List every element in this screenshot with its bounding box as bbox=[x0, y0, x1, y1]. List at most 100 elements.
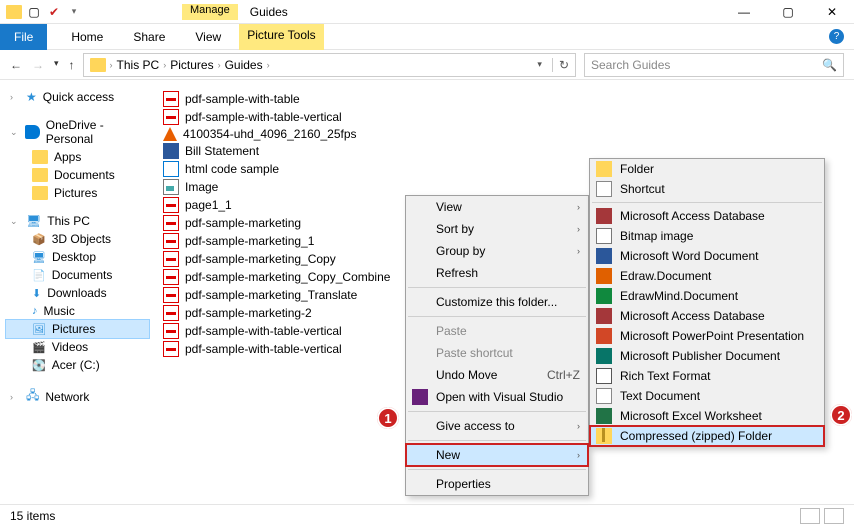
search-input[interactable]: Search Guides 🔍 bbox=[584, 53, 844, 77]
qat-check-icon[interactable]: ✔ bbox=[46, 4, 62, 20]
submenu-microsoft-excel-worksheet[interactable]: Microsoft Excel Worksheet bbox=[590, 406, 824, 426]
sidebar-item-3d-objects[interactable]: 📦3D Objects bbox=[6, 230, 149, 248]
window-title: Guides bbox=[250, 5, 288, 19]
minimize-button[interactable]: — bbox=[722, 0, 766, 24]
item-icon: 📄 bbox=[32, 269, 46, 282]
menu-customize[interactable]: Customize this folder... bbox=[406, 291, 588, 313]
submenu-rich-text-format[interactable]: Rich Text Format bbox=[590, 366, 824, 386]
chevron-right-icon: › bbox=[577, 421, 580, 431]
submenu-microsoft-access-database[interactable]: Microsoft Access Database bbox=[590, 206, 824, 226]
file-item[interactable]: pdf-sample-with-table bbox=[161, 90, 848, 108]
file-name: pdf-sample-with-table-vertical bbox=[185, 110, 342, 124]
qat-dropdown-icon[interactable]: ▾ bbox=[66, 4, 82, 20]
view-thumbnails-button[interactable] bbox=[824, 508, 844, 524]
folder-icon bbox=[32, 186, 48, 200]
forward-button[interactable]: → bbox=[32, 58, 44, 72]
breadcrumb[interactable]: › This PC › Pictures › Guides › ▾ ↻ bbox=[83, 53, 576, 77]
submenu-edrawmind-document[interactable]: EdrawMind.Document bbox=[590, 286, 824, 306]
menu-open-visual-studio[interactable]: Open with Visual Studio bbox=[406, 386, 588, 408]
vlc-file-icon bbox=[163, 127, 177, 141]
menu-view[interactable]: View› bbox=[406, 196, 588, 218]
chevron-right-icon[interactable]: › bbox=[267, 60, 270, 70]
menu-undo-move[interactable]: Undo MoveCtrl+Z bbox=[406, 364, 588, 386]
chevron-right-icon[interactable]: › bbox=[10, 392, 20, 402]
file-type-icon bbox=[596, 428, 612, 444]
help-icon[interactable]: ? bbox=[829, 29, 844, 44]
maximize-button[interactable]: ▢ bbox=[766, 0, 810, 24]
breadcrumb-this-pc[interactable]: This PC bbox=[117, 58, 160, 72]
sidebar-item-desktop[interactable]: 🖥Desktop bbox=[6, 248, 149, 266]
submenu-label: Microsoft Excel Worksheet bbox=[620, 409, 762, 423]
contextual-tab-manage[interactable]: Manage bbox=[182, 4, 238, 20]
close-button[interactable]: ✕ bbox=[810, 0, 854, 24]
pdf-file-icon bbox=[163, 91, 179, 107]
sidebar-item-acer-c-[interactable]: 💽Acer (C:) bbox=[6, 356, 149, 374]
file-item[interactable]: pdf-sample-with-table-vertical bbox=[161, 108, 848, 126]
search-icon[interactable]: 🔍 bbox=[822, 58, 837, 72]
menu-properties[interactable]: Properties bbox=[406, 473, 588, 495]
submenu-microsoft-access-database[interactable]: Microsoft Access Database bbox=[590, 306, 824, 326]
submenu-folder[interactable]: Folder bbox=[590, 159, 824, 179]
file-item[interactable]: 4100354-uhd_4096_2160_25fps bbox=[161, 126, 848, 142]
chevron-right-icon[interactable]: › bbox=[163, 60, 166, 70]
address-dropdown-icon[interactable]: ▾ bbox=[537, 59, 542, 70]
this-pc-root[interactable]: ⌄ 🖥 This PC bbox=[6, 212, 149, 230]
up-button[interactable]: ↑ bbox=[69, 58, 75, 72]
sidebar-item-pictures[interactable]: Pictures bbox=[6, 184, 149, 202]
sidebar-item-documents[interactable]: 📄Documents bbox=[6, 266, 149, 284]
submenu-microsoft-publisher-document[interactable]: Microsoft Publisher Document bbox=[590, 346, 824, 366]
menu-give-access[interactable]: Give access to› bbox=[406, 415, 588, 437]
menu-refresh[interactable]: Refresh bbox=[406, 262, 588, 284]
submenu-shortcut[interactable]: Shortcut bbox=[590, 179, 824, 199]
chevron-right-icon[interactable]: › bbox=[10, 92, 20, 102]
tab-picture-tools[interactable]: Picture Tools bbox=[239, 24, 323, 50]
pdf-file-icon bbox=[163, 287, 179, 303]
qat-properties-icon[interactable]: ▢ bbox=[26, 4, 42, 20]
file-type-icon bbox=[596, 328, 612, 344]
history-dropdown-icon[interactable]: ▾ bbox=[54, 58, 59, 72]
submenu-label: Microsoft Word Document bbox=[620, 249, 759, 263]
pdf-file-icon bbox=[163, 323, 179, 339]
file-name: Image bbox=[185, 180, 218, 194]
submenu-edraw-document[interactable]: Edraw.Document bbox=[590, 266, 824, 286]
submenu-microsoft-powerpoint-presentation[interactable]: Microsoft PowerPoint Presentation bbox=[590, 326, 824, 346]
tab-view[interactable]: View bbox=[189, 26, 227, 48]
view-details-button[interactable] bbox=[800, 508, 820, 524]
sidebar-item-videos[interactable]: 🎬Videos bbox=[6, 338, 149, 356]
tab-home[interactable]: Home bbox=[65, 26, 109, 48]
chevron-right-icon[interactable]: › bbox=[218, 60, 221, 70]
network-icon: 🖧 bbox=[26, 386, 39, 407]
annotation-marker-1: 1 bbox=[377, 407, 399, 429]
sidebar-item-downloads[interactable]: ⬇Downloads bbox=[6, 284, 149, 302]
network-root[interactable]: › 🖧 Network bbox=[6, 384, 149, 409]
back-button[interactable]: ← bbox=[10, 58, 22, 72]
sidebar-item-apps[interactable]: Apps bbox=[6, 148, 149, 166]
menu-sort-by[interactable]: Sort by› bbox=[406, 218, 588, 240]
submenu-text-document[interactable]: Text Document bbox=[590, 386, 824, 406]
menu-group-by[interactable]: Group by› bbox=[406, 240, 588, 262]
pdf-file-icon bbox=[163, 197, 179, 213]
refresh-icon[interactable]: ↻ bbox=[552, 58, 569, 72]
submenu-label: Bitmap image bbox=[620, 229, 693, 243]
file-menu[interactable]: File bbox=[0, 24, 47, 50]
breadcrumb-guides[interactable]: Guides bbox=[225, 58, 263, 72]
submenu-bitmap-image[interactable]: Bitmap image bbox=[590, 226, 824, 246]
chevron-down-icon[interactable]: ⌄ bbox=[10, 216, 20, 227]
file-type-icon bbox=[596, 181, 612, 197]
breadcrumb-pictures[interactable]: Pictures bbox=[170, 58, 213, 72]
sidebar-item-documents[interactable]: Documents bbox=[6, 166, 149, 184]
chevron-down-icon[interactable]: ⌄ bbox=[10, 127, 19, 138]
sidebar-item-music[interactable]: ♪Music bbox=[6, 302, 149, 320]
item-icon: 🖥 bbox=[32, 251, 46, 264]
navigation-pane: › ★ Quick access ⌄ OneDrive - Personal A… bbox=[0, 80, 155, 504]
menu-separator bbox=[408, 411, 586, 412]
onedrive-root[interactable]: ⌄ OneDrive - Personal bbox=[6, 116, 149, 148]
chevron-right-icon[interactable]: › bbox=[110, 60, 113, 70]
menu-new[interactable]: New› bbox=[406, 444, 588, 466]
tab-share[interactable]: Share bbox=[127, 26, 171, 48]
submenu-compressed-zipped-folder[interactable]: Compressed (zipped) Folder bbox=[590, 426, 824, 446]
sidebar-item-pictures[interactable]: 🖼Pictures bbox=[6, 320, 149, 338]
quick-access-root[interactable]: › ★ Quick access bbox=[6, 88, 149, 106]
submenu-microsoft-word-document[interactable]: Microsoft Word Document bbox=[590, 246, 824, 266]
submenu-label: Shortcut bbox=[620, 182, 665, 196]
